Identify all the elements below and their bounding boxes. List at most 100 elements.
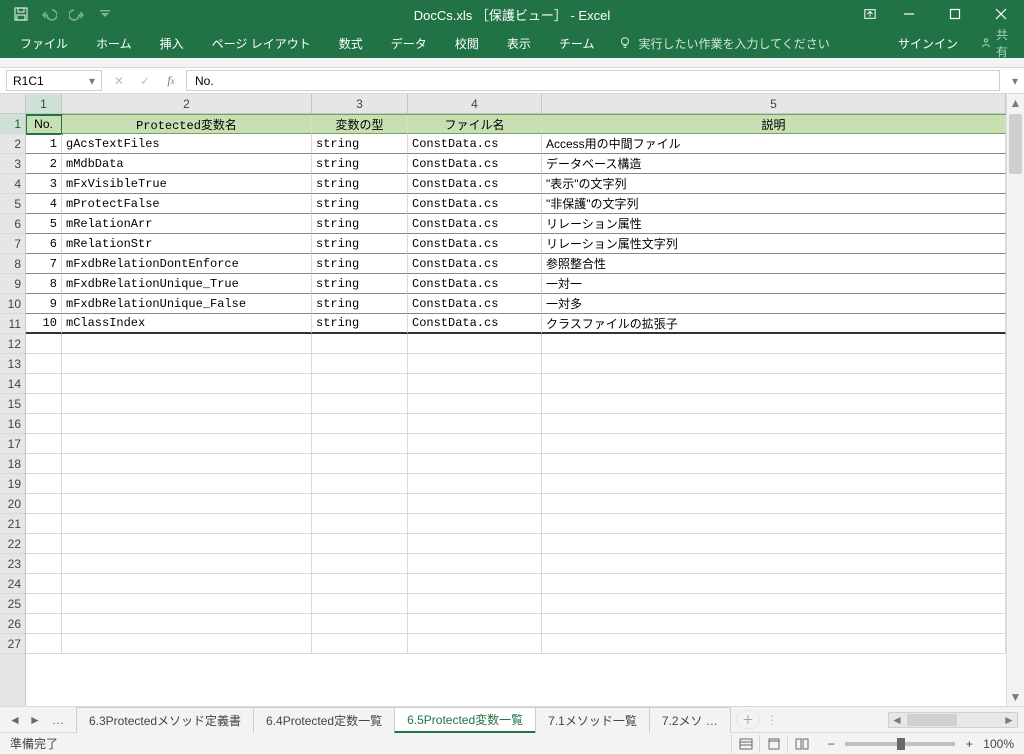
cell[interactable]: データベース構造 [542,154,1006,174]
scroll-left-icon[interactable]: ◄ [889,713,905,727]
cell[interactable]: 3 [26,174,62,194]
cell[interactable]: クラスファイルの拡張子 [542,314,1006,334]
sheet-tab[interactable]: 6.4Protected定数一覧 [253,707,395,733]
tab-formulas[interactable]: 数式 [325,28,377,58]
zoom-in-button[interactable]: + [961,737,977,751]
sheet-tab[interactable]: 7.1メソッド一覧 [535,707,650,733]
tab-view[interactable]: 表示 [493,28,545,58]
cancel-icon[interactable]: ✕ [106,68,132,93]
cell[interactable]: mFxVisibleTrue [62,174,312,194]
vertical-scrollbar[interactable]: ▲ ▼ [1006,94,1024,706]
cell[interactable]: string [312,194,408,214]
cell[interactable] [408,614,542,634]
cell[interactable] [312,354,408,374]
cell[interactable]: ConstData.cs [408,274,542,294]
cell[interactable] [408,494,542,514]
cell[interactable]: 8 [26,274,62,294]
sheet-tab[interactable]: 6.3Protectedメソッド定義書 [76,707,254,733]
maximize-icon[interactable] [932,0,978,28]
cell[interactable]: ConstData.cs [408,214,542,234]
row-header[interactable]: 13 [0,354,25,374]
row-header[interactable]: 5 [0,194,25,214]
row-header[interactable]: 14 [0,374,25,394]
row-header[interactable]: 25 [0,594,25,614]
cell[interactable] [26,394,62,414]
sheet-nav-ellipsis[interactable]: … [46,713,70,727]
cell[interactable]: ConstData.cs [408,194,542,214]
cell[interactable]: mFxdbRelationUnique_True [62,274,312,294]
cell[interactable]: 10 [26,314,62,334]
tell-me-box[interactable]: 実行したい作業を入力してください [608,35,839,52]
tab-home[interactable]: ホーム [82,28,146,58]
cell[interactable] [542,414,1006,434]
cell[interactable] [542,634,1006,654]
cell[interactable] [62,474,312,494]
cell[interactable] [542,534,1006,554]
cell[interactable] [312,394,408,414]
cell[interactable]: 1 [26,134,62,154]
cell[interactable]: string [312,214,408,234]
scroll-down-icon[interactable]: ▼ [1007,688,1024,706]
cell[interactable]: 一対一 [542,274,1006,294]
cell[interactable] [408,554,542,574]
sheet-tab[interactable]: 6.5Protected変数一覧 [394,707,536,733]
row-header[interactable]: 4 [0,174,25,194]
cell[interactable]: string [312,314,408,334]
cell[interactable] [26,594,62,614]
row-header[interactable]: 7 [0,234,25,254]
cell[interactable] [26,374,62,394]
cell[interactable] [542,514,1006,534]
tab-page-layout[interactable]: ページ レイアウト [198,28,325,58]
cell[interactable]: Protected変数名 [62,115,312,134]
cell[interactable] [26,414,62,434]
cell[interactable] [542,434,1006,454]
cell[interactable] [312,614,408,634]
cell[interactable] [62,394,312,414]
cell[interactable] [26,574,62,594]
cell[interactable] [312,414,408,434]
sheet-nav-next-icon[interactable]: ► [26,713,44,727]
row-header[interactable]: 22 [0,534,25,554]
horizontal-scrollbar[interactable]: ◄ ► [888,712,1018,728]
cell[interactable] [408,454,542,474]
cell[interactable] [408,434,542,454]
cell[interactable] [408,634,542,654]
chevron-down-icon[interactable]: ▾ [89,74,95,88]
tab-review[interactable]: 校閲 [441,28,493,58]
cell[interactable] [26,474,62,494]
scroll-right-icon[interactable]: ► [1001,713,1017,727]
cell[interactable]: string [312,274,408,294]
row-header[interactable]: 20 [0,494,25,514]
cell[interactable]: "表示"の文字列 [542,174,1006,194]
cell[interactable] [312,574,408,594]
cell[interactable]: "非保護"の文字列 [542,194,1006,214]
cell[interactable]: 説明 [542,115,1006,134]
zoom-out-button[interactable]: − [823,737,839,751]
cell[interactable]: mProtectFalse [62,194,312,214]
row-header[interactable]: 15 [0,394,25,414]
enter-icon[interactable]: ✓ [132,68,158,93]
cell[interactable]: mRelationStr [62,234,312,254]
cell[interactable] [408,374,542,394]
cell[interactable]: ConstData.cs [408,314,542,334]
row-header[interactable]: 27 [0,634,25,654]
cell[interactable] [542,554,1006,574]
view-page-break-icon[interactable] [787,735,815,753]
cell[interactable]: Access用の中間ファイル [542,134,1006,154]
sheet-tab[interactable]: 7.2メソ … [649,707,731,733]
cell[interactable] [312,334,408,354]
row-header[interactable]: 23 [0,554,25,574]
row-header[interactable]: 26 [0,614,25,634]
cell[interactable] [62,514,312,534]
cell[interactable]: 4 [26,194,62,214]
cell[interactable] [408,574,542,594]
cell[interactable]: ConstData.cs [408,254,542,274]
formula-input[interactable]: No. [186,70,1000,91]
view-page-layout-icon[interactable] [759,735,787,753]
zoom-slider-knob[interactable] [897,738,905,750]
cell[interactable]: 変数の型 [312,115,408,134]
col-header-5[interactable]: 5 [542,94,1006,113]
save-icon[interactable] [8,1,34,27]
cell[interactable] [26,454,62,474]
row-header[interactable]: 11 [0,314,25,334]
